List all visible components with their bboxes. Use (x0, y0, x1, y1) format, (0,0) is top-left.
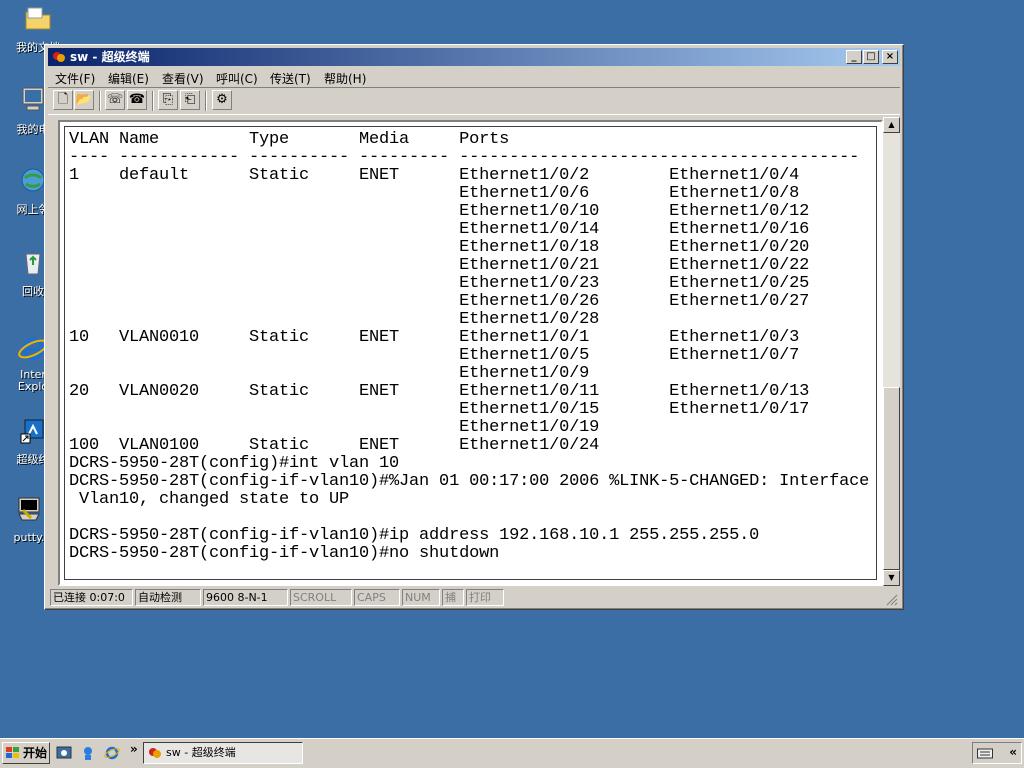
status-detect: 自动检测 (135, 589, 201, 606)
outlook-icon[interactable] (80, 745, 96, 761)
status-connected: 已连接 0:07:0 (50, 589, 133, 606)
menu-help[interactable]: 帮助(H) (324, 70, 366, 87)
resize-grip-icon[interactable] (886, 594, 898, 606)
hyperterminal-window: sw - 超级终端 _ □ × 文件(F) 编辑(E) 查看(V) 呼叫(C) … (44, 44, 904, 610)
scroll-down-button[interactable]: ▼ (883, 570, 900, 586)
putty-icon (18, 497, 40, 521)
quicklaunch-chevron[interactable]: » (130, 742, 138, 756)
vertical-scrollbar[interactable]: ▲ ▼ (883, 117, 900, 586)
toolbar-separator (152, 91, 154, 111)
menu-bar: 文件(F) 编辑(E) 查看(V) 呼叫(C) 传送(T) 帮助(H) (48, 68, 900, 86)
minimize-button[interactable]: _ (846, 50, 862, 64)
folder-icon (25, 7, 51, 30)
toolbar-separator (205, 91, 207, 111)
start-label: 开始 (23, 746, 48, 760)
keyboard-icon[interactable] (977, 747, 993, 759)
window-title: sw - 超级终端 (70, 50, 150, 64)
tray-chevron[interactable]: « (1009, 745, 1017, 759)
scroll-thumb[interactable] (883, 387, 900, 570)
status-caps: CAPS (354, 589, 400, 606)
status-scroll: SCROLL (290, 589, 352, 606)
menu-call[interactable]: 呼叫(C) (216, 70, 258, 87)
maximize-button[interactable]: □ (863, 50, 879, 64)
toolbar: 🗋 📂 ☏ ☎ ⎘ ⎗ ⚙ (48, 87, 900, 115)
toolbar-separator (99, 91, 101, 111)
taskbar-button-hyperterminal[interactable]: sw - 超级终端 (143, 742, 303, 764)
close-button[interactable]: × (882, 50, 898, 64)
taskbar: 开始 » sw - 超级终端 « (0, 738, 1024, 768)
menu-file[interactable]: 文件(F) (55, 70, 95, 87)
connect-icon[interactable]: ☏ (105, 90, 125, 110)
properties-icon[interactable]: ⚙ (212, 90, 232, 110)
status-print: 打印 (466, 589, 504, 606)
scroll-up-button[interactable]: ▲ (883, 117, 900, 133)
status-bar: 已连接 0:07:0 自动检测 9600 8-N-1 SCROLL CAPS N… (48, 588, 900, 608)
ie-icon[interactable] (104, 745, 120, 761)
hyperterminal-icon (149, 748, 161, 758)
disconnect-icon[interactable]: ☎ (127, 90, 147, 110)
windows-flag-icon (6, 747, 19, 758)
show-desktop-icon[interactable] (56, 745, 72, 761)
menu-edit[interactable]: 编辑(E) (108, 70, 149, 87)
taskbar-button-label: sw - 超级终端 (166, 746, 236, 759)
terminal-client-area[interactable]: VLAN Name Type Media Ports ---- --------… (58, 120, 883, 586)
status-serial: 9600 8-N-1 (203, 589, 288, 606)
hyperterminal-icon (53, 52, 65, 62)
receive-icon[interactable]: ⎗ (180, 90, 200, 110)
send-icon[interactable]: ⎘ (158, 90, 178, 110)
menu-transfer[interactable]: 传送(T) (270, 70, 311, 87)
status-num: NUM (402, 589, 440, 606)
start-button[interactable]: 开始 (2, 742, 50, 764)
title-bar[interactable]: sw - 超级终端 _ □ × (48, 48, 900, 66)
terminal-output: VLAN Name Type Media Ports ---- --------… (69, 130, 870, 563)
terminal-screen[interactable]: VLAN Name Type Media Ports ---- --------… (64, 126, 877, 580)
open-icon[interactable]: 📂 (74, 90, 94, 110)
system-tray: « (972, 742, 1022, 764)
status-capture: 捕 (442, 589, 464, 606)
new-icon[interactable]: 🗋 (53, 90, 73, 110)
menu-view[interactable]: 查看(V) (162, 70, 204, 87)
